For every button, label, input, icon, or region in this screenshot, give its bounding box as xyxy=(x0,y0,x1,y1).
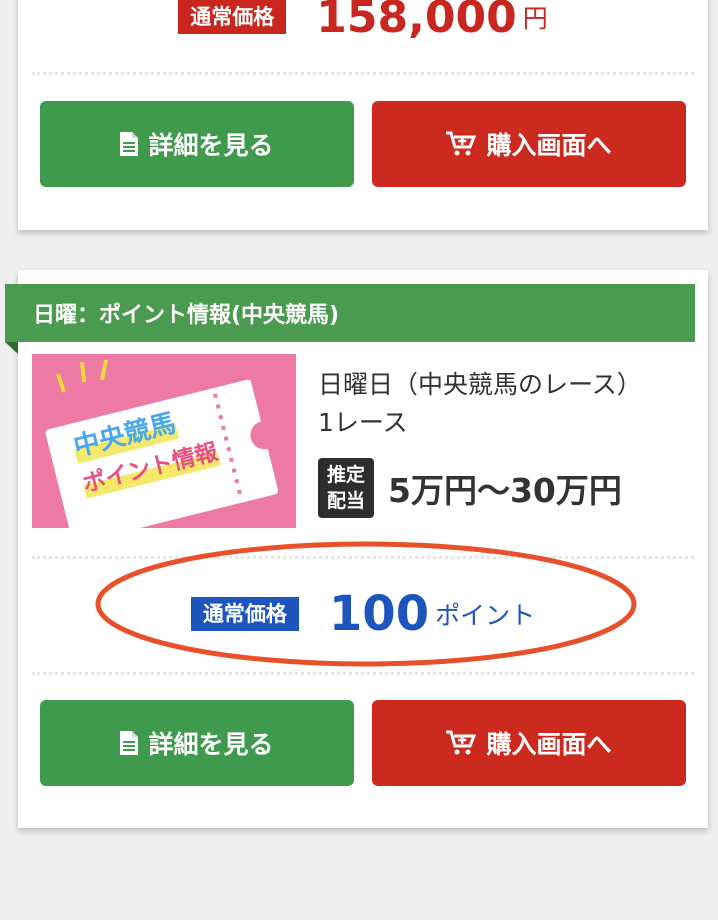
buy-button[interactable]: 購入画面へ xyxy=(372,101,686,187)
detail-button[interactable]: 詳細を見る xyxy=(40,101,354,187)
estimated-payout: 推定 配当 5万円〜30万円 xyxy=(318,458,622,518)
document-icon xyxy=(120,132,139,156)
price-unit: 円 xyxy=(522,4,548,33)
document-icon xyxy=(120,731,139,755)
category-ribbon: 日曜：ポイント情報(中央競馬) xyxy=(5,284,695,342)
buy-button-label: 購入画面へ xyxy=(486,131,612,160)
ribbon-fold xyxy=(5,342,18,354)
price-row: 通常価格 100 ポイント xyxy=(18,570,708,658)
divider xyxy=(32,72,694,75)
detail-button-label: 詳細を見る xyxy=(148,131,274,160)
price-row: 通常価格 158,000 円 xyxy=(18,0,708,44)
divider xyxy=(32,556,694,559)
price-value: 100 xyxy=(328,586,430,642)
payout-badge-line2: 配当 xyxy=(326,490,365,512)
price-unit: ポイント xyxy=(435,601,536,630)
ribbon-label: 日曜：ポイント情報(中央競馬) xyxy=(33,303,340,328)
product-thumbnail[interactable]: 中央競馬 ポイント情報 xyxy=(32,354,296,528)
detail-button-label: 詳細を見る xyxy=(148,730,274,759)
price-badge: 通常価格 xyxy=(190,597,299,631)
price-value: 158,000 xyxy=(316,0,517,43)
payout-badge-line1: 推定 xyxy=(326,464,365,486)
cart-icon xyxy=(446,131,477,157)
buy-button-label: 購入画面へ xyxy=(486,730,612,759)
payout-value: 5万円〜30万円 xyxy=(388,471,622,510)
product-title-line1: 日曜日（中央競馬のレース） xyxy=(318,370,642,399)
product-title-line2: 1レース xyxy=(318,408,408,437)
cart-icon xyxy=(446,730,477,756)
product-card-1: 通常価格 158,000 円 詳細を見る 購入画面へ xyxy=(18,0,708,230)
product-title: 日曜日（中央競馬のレース） 1レース xyxy=(318,366,642,442)
buy-button[interactable]: 購入画面へ xyxy=(372,700,686,786)
detail-button[interactable]: 詳細を見る xyxy=(40,700,354,786)
divider xyxy=(32,672,694,675)
product-card-2: 日曜：ポイント情報(中央競馬) 中央競馬 ポイント情報 日曜日（中央競馬のレース… xyxy=(5,270,708,828)
price-badge: 通常価格 xyxy=(178,0,287,34)
payout-badge: 推定 配当 xyxy=(318,458,374,518)
